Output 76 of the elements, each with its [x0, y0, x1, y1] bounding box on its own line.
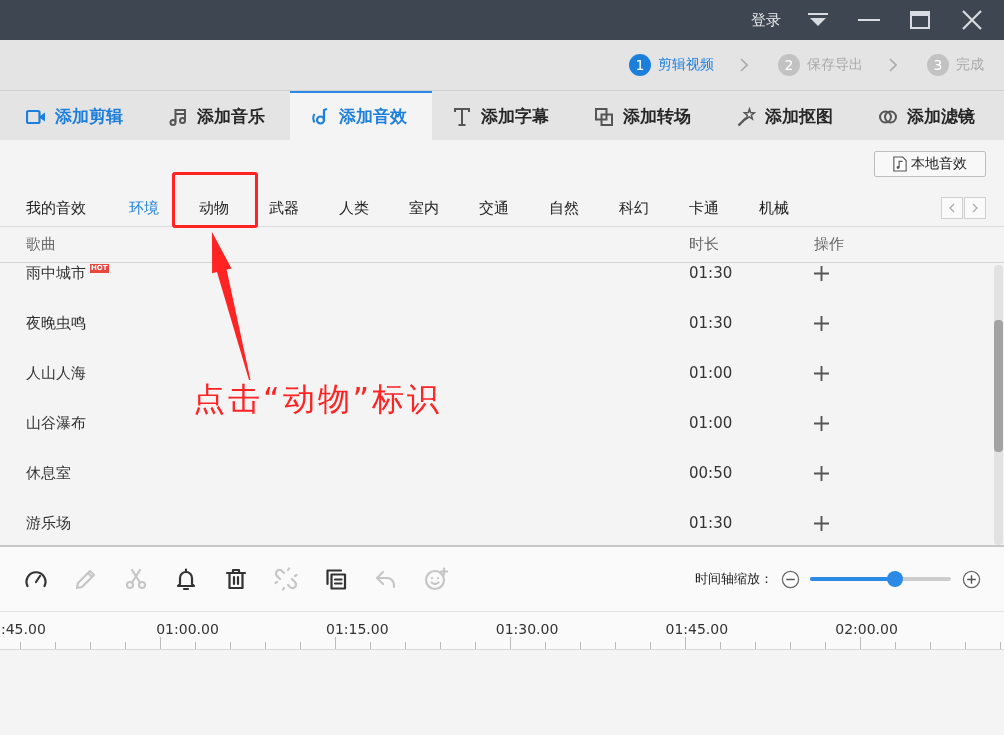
step-number: 1	[629, 54, 651, 76]
slider-thumb[interactable]	[886, 571, 903, 587]
song-name: 休息室	[26, 463, 71, 483]
annotation-text: 点击“动物”标识	[193, 381, 443, 417]
duration-text: 01:30	[689, 314, 734, 332]
category-tab[interactable]: 人类	[339, 198, 409, 218]
add-icon[interactable]	[814, 315, 829, 331]
category-tab[interactable]: 机械	[759, 198, 829, 218]
category-tab[interactable]: 卡通	[689, 198, 759, 218]
category-tab[interactable]: 武器	[269, 198, 339, 218]
time-label: 01:30.00	[494, 621, 560, 637]
tab[interactable]: 添加字幕	[432, 91, 574, 140]
chevron-right-icon	[889, 58, 897, 72]
tab[interactable]: 添加音乐	[148, 91, 290, 140]
music-file-icon	[893, 156, 907, 172]
song-name: 夜晚虫鸣	[26, 313, 86, 333]
step-label: 剪辑视频	[658, 56, 714, 74]
music-note-icon	[168, 106, 188, 127]
magic-wand-icon	[736, 106, 756, 127]
category-tab[interactable]: 科幻	[619, 198, 689, 218]
scrollbar-thumb[interactable]	[994, 320, 1003, 452]
bell-icon[interactable]	[174, 567, 198, 591]
add-icon[interactable]	[814, 415, 829, 431]
maximize-icon[interactable]	[910, 11, 930, 29]
duration-text: 01:00	[689, 364, 734, 382]
category-tab[interactable]: 我的音效	[26, 198, 129, 218]
time-label: 01:15.00	[324, 621, 390, 637]
zoom-in-icon[interactable]	[962, 569, 981, 589]
overlapping-squares-icon	[594, 106, 614, 127]
step-label: 保存导出	[807, 56, 863, 74]
step-number: 2	[778, 54, 800, 76]
close-icon[interactable]	[962, 10, 982, 30]
scrollbar-track[interactable]	[994, 265, 1003, 545]
column-header: 时长	[689, 235, 720, 254]
tab[interactable]: 添加转场	[574, 91, 716, 140]
chevron-right-icon	[740, 58, 748, 72]
add-icon[interactable]	[814, 465, 829, 481]
duration-text: 01:30	[689, 514, 734, 532]
duration-text: 01:00	[689, 414, 734, 432]
category-tab[interactable]: 环境	[129, 198, 199, 218]
add-icon[interactable]	[814, 515, 829, 531]
tab[interactable]: 添加音效	[290, 91, 432, 140]
add-icon[interactable]	[814, 365, 829, 381]
duration-text: 01:30	[689, 264, 734, 282]
add-icon[interactable]	[814, 265, 829, 281]
trash-icon[interactable]	[224, 567, 248, 591]
category-tab[interactable]: 室内	[409, 198, 479, 218]
text-t-icon	[452, 106, 472, 127]
copy-icon[interactable]	[324, 567, 348, 591]
column-header: 操作	[814, 235, 845, 254]
song-name: 山谷瀑布	[26, 413, 86, 433]
time-label: 01:45.00	[664, 621, 730, 637]
duration-text: 00:50	[689, 464, 734, 482]
category-tab[interactable]: 交通	[479, 198, 549, 218]
song-name: 人山人海	[26, 363, 86, 383]
tab[interactable]: 添加抠图	[716, 91, 858, 140]
time-label: 01:00.00	[155, 621, 220, 637]
song-name: 游乐场	[26, 513, 71, 533]
time-label: 02:00.00	[834, 621, 899, 637]
step-number: 3	[927, 54, 949, 76]
song-name: 雨中城市	[26, 263, 86, 283]
category-tab[interactable]: 动物	[199, 198, 269, 218]
sound-note-icon	[310, 106, 330, 127]
time-label: :45.00	[0, 621, 47, 637]
zoom-label: 时间轴缩放：	[695, 570, 773, 588]
local-sound-button[interactable]: 本地音效	[874, 151, 986, 177]
dropdown-icon[interactable]	[808, 13, 828, 27]
tab[interactable]: 添加滤镜	[858, 91, 1000, 140]
column-header: 歌曲	[25, 235, 57, 254]
zoom-slider[interactable]	[810, 571, 951, 587]
step-label: 完成	[956, 56, 984, 74]
login-link[interactable]: 登录	[751, 10, 781, 30]
chevron-right-icon	[972, 203, 978, 213]
zoom-out-icon[interactable]	[781, 569, 800, 589]
chevron-left-icon	[949, 203, 955, 213]
category-tab[interactable]: 自然	[549, 198, 619, 218]
